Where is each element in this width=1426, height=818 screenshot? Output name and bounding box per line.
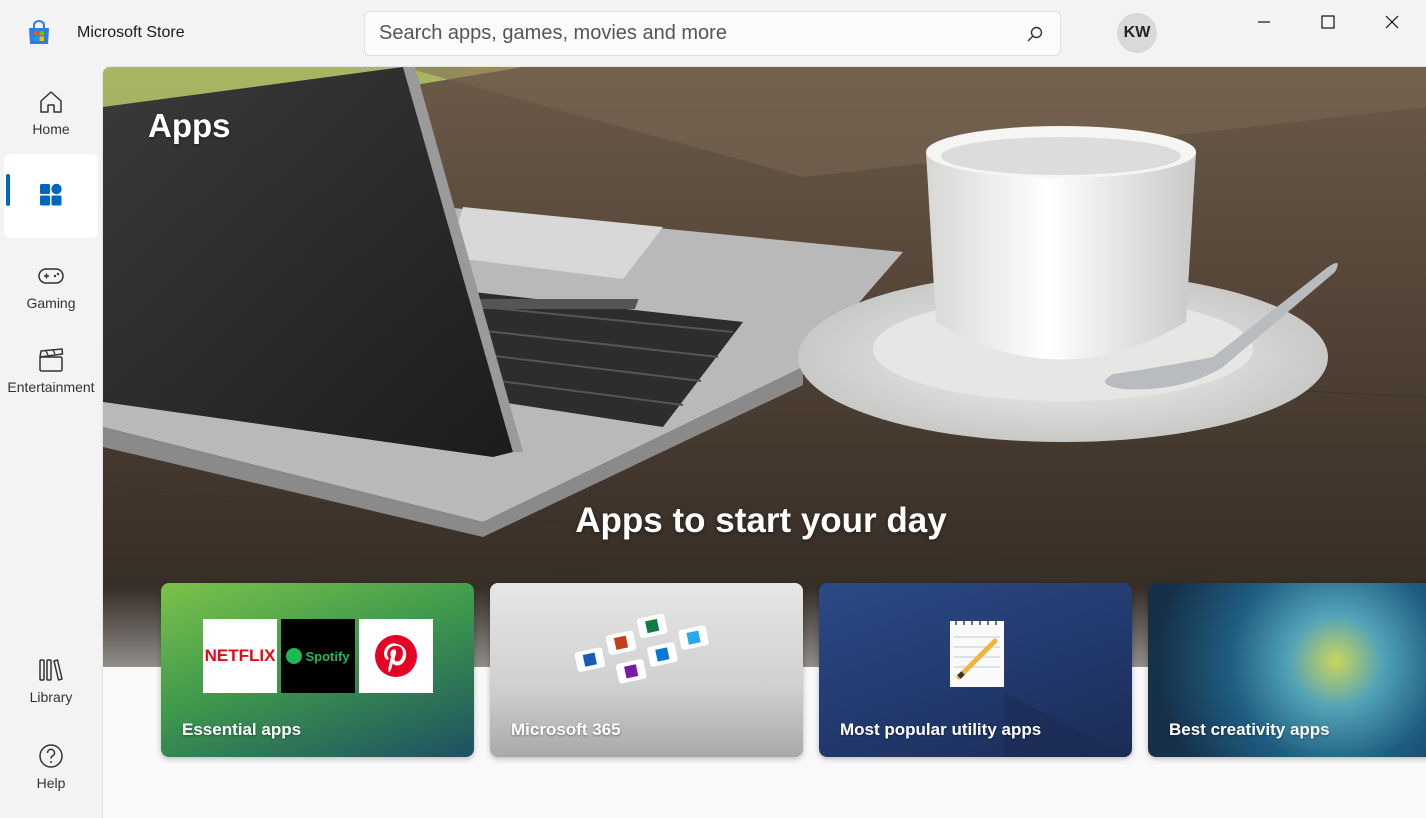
main-content: Apps Apps to start your day NETFLIX Spot… xyxy=(102,66,1426,818)
apps-icon xyxy=(40,183,62,206)
card-microsoft-365[interactable]: Microsoft 365 xyxy=(490,583,803,757)
minimize-icon xyxy=(1258,21,1270,23)
search-box[interactable] xyxy=(364,11,1061,56)
card-label: Essential apps xyxy=(182,720,302,739)
section-title-text: Apps to start your day xyxy=(575,501,947,540)
library-icon xyxy=(39,659,63,681)
search-icon[interactable] xyxy=(1026,25,1044,43)
card-utility-apps[interactable]: Most popular utility apps xyxy=(819,583,1132,757)
user-avatar[interactable]: KW xyxy=(1117,13,1157,53)
spotify-logo-text: Spotify xyxy=(305,648,350,664)
spotify-logo: Spotify xyxy=(281,619,355,693)
hero-image xyxy=(103,67,1426,667)
maximize-icon xyxy=(1321,15,1335,29)
minimize-button[interactable] xyxy=(1236,6,1292,38)
home-icon xyxy=(40,91,62,113)
card-essential-apps[interactable]: NETFLIX Spotify Essential apps xyxy=(161,583,474,757)
netflix-logo: NETFLIX xyxy=(203,619,277,693)
help-icon xyxy=(39,744,63,768)
card-creativity-apps[interactable]: Best creativity apps xyxy=(1148,583,1426,757)
spotify-icon xyxy=(286,648,303,664)
close-button[interactable] xyxy=(1364,6,1420,38)
gamepad-icon xyxy=(38,268,64,284)
sidebar-item-label: Help xyxy=(36,775,66,791)
sidebar-item-label: Home xyxy=(32,121,70,137)
sidebar-item-library[interactable]: Library xyxy=(4,638,98,722)
card-label: Best creativity apps xyxy=(1169,720,1330,739)
sidebar-item-label: Gaming xyxy=(26,295,76,311)
pinterest-icon xyxy=(375,635,417,677)
active-indicator xyxy=(6,174,10,206)
clapperboard-icon xyxy=(39,348,64,372)
app-title: Microsoft Store xyxy=(77,24,185,41)
card-label: Most popular utility apps xyxy=(840,720,1042,739)
sidebar-item-gaming[interactable]: Gaming xyxy=(4,244,98,328)
hero-banner[interactable]: Apps Apps to start your day xyxy=(103,67,1426,667)
search-input[interactable] xyxy=(365,12,1060,55)
sidebar-item-home[interactable]: Home xyxy=(4,70,98,154)
store-logo-icon xyxy=(26,20,52,46)
title-bar: Microsoft Store KW xyxy=(0,0,1426,66)
page-title: Apps xyxy=(148,107,231,144)
sidebar-item-apps[interactable] xyxy=(4,154,98,238)
pinterest-logo xyxy=(359,619,433,693)
card-label: Microsoft 365 xyxy=(511,720,621,739)
sidebar-nav: Home Gaming Entertainment Library Help xyxy=(0,66,102,818)
sidebar-item-label: Library xyxy=(29,689,73,705)
sidebar-item-entertainment[interactable]: Entertainment xyxy=(4,328,98,412)
maximize-button[interactable] xyxy=(1300,6,1356,38)
sidebar-item-help[interactable]: Help xyxy=(4,724,98,808)
sidebar-item-label: Entertainment xyxy=(7,379,95,395)
close-icon xyxy=(1385,15,1399,29)
section-title: Apps to start your day xyxy=(103,501,1426,541)
